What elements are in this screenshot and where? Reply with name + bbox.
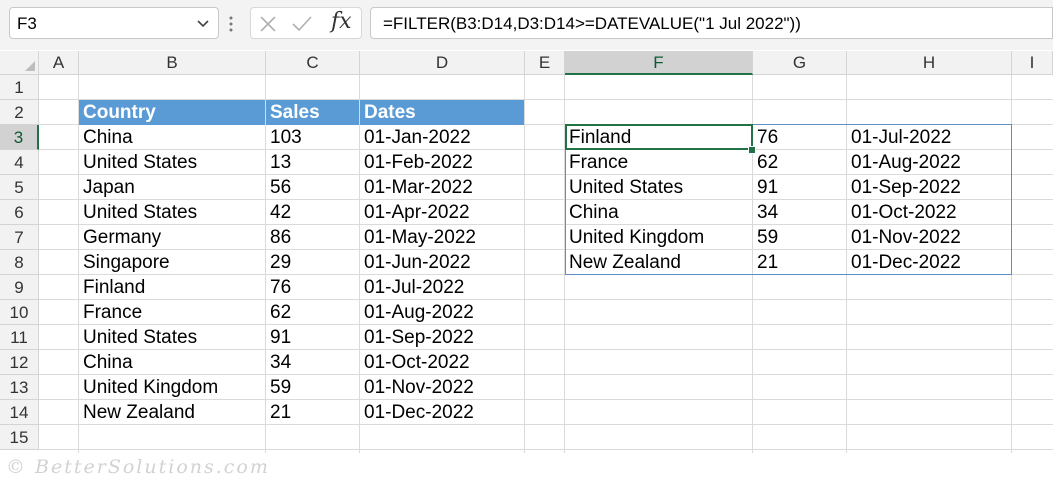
column-header-a[interactable]: A (39, 51, 79, 75)
column-header-f[interactable]: F (565, 51, 753, 75)
table-cell[interactable]: 01-Apr-2022 (360, 200, 524, 225)
table-cell[interactable]: 01-Nov-2022 (360, 375, 524, 400)
select-all-corner[interactable] (0, 51, 39, 75)
row-header-3[interactable]: 3 (0, 125, 39, 150)
row-header-7[interactable]: 7 (0, 225, 39, 250)
table-cell[interactable]: Singapore (79, 250, 265, 275)
grid-line (39, 449, 1053, 450)
table-cell[interactable]: France (79, 300, 265, 325)
table-cell[interactable]: United States (79, 150, 265, 175)
table-cell[interactable]: 91 (266, 325, 359, 350)
table-cell[interactable]: 86 (266, 225, 359, 250)
row-header-12[interactable]: 12 (0, 350, 39, 375)
table-cell[interactable]: 42 (266, 200, 359, 225)
table-cell[interactable]: Japan (79, 175, 265, 200)
watermark: © BetterSolutions.com (6, 456, 270, 478)
table-cell[interactable]: United States (79, 325, 265, 350)
row-header-4[interactable]: 4 (0, 150, 39, 175)
column-header-i[interactable]: I (1012, 51, 1053, 75)
table-header-cell[interactable]: Dates (360, 100, 524, 125)
table-cell[interactable]: 13 (266, 150, 359, 175)
row-header-11[interactable]: 11 (0, 325, 39, 350)
fill-handle[interactable] (748, 146, 756, 154)
column-header-g[interactable]: G (753, 51, 847, 75)
enter-check-icon[interactable] (291, 15, 313, 38)
formula-bar: F3 fx =FILTER(B3:D14,D3:D14>=DATEVALUE("… (0, 0, 1053, 50)
row-header-13[interactable]: 13 (0, 375, 39, 400)
chevron-down-icon[interactable] (196, 16, 210, 35)
table-cell[interactable]: 01-Feb-2022 (360, 150, 524, 175)
table-cell[interactable]: 76 (266, 275, 359, 300)
table-cell[interactable]: United States (79, 200, 265, 225)
row-header-1[interactable]: 1 (0, 75, 39, 100)
table-cell[interactable]: 29 (266, 250, 359, 275)
table-cell[interactable]: 01-May-2022 (360, 225, 524, 250)
table-header-cell[interactable]: Country (79, 100, 265, 125)
table-cell[interactable]: 21 (266, 400, 359, 425)
worksheet-grid[interactable]: A B C D E F G H I 1 2 3 4 5 6 7 8 9 10 11 12 13 14 15 Country Sal… (0, 51, 1053, 453)
table-cell[interactable]: 34 (266, 350, 359, 375)
table-cell[interactable]: 01-Jun-2022 (360, 250, 524, 275)
formula-input[interactable]: =FILTER(B3:D14,D3:D14>=DATEVALUE("1 Jul … (370, 7, 1053, 39)
row-header-8[interactable]: 8 (0, 250, 39, 275)
cancel-x-icon[interactable] (259, 15, 277, 38)
table-cell[interactable]: 01-Oct-2022 (360, 350, 524, 375)
table-header-cell[interactable]: Sales (266, 100, 359, 125)
column-header-e[interactable]: E (525, 51, 565, 75)
row-header-5[interactable]: 5 (0, 175, 39, 200)
table-cell[interactable]: United Kingdom (79, 375, 265, 400)
column-header-b[interactable]: B (79, 51, 266, 75)
column-header-c[interactable]: C (266, 51, 360, 75)
table-cell[interactable]: 56 (266, 175, 359, 200)
name-box-value[interactable]: F3 (17, 14, 37, 34)
row-header-9[interactable]: 9 (0, 275, 39, 300)
formula-action-icons: fx (250, 7, 362, 39)
formula-text[interactable]: =FILTER(B3:D14,D3:D14>=DATEVALUE("1 Jul … (383, 14, 801, 34)
table-cell[interactable]: 59 (266, 375, 359, 400)
table-cell[interactable]: 62 (266, 300, 359, 325)
grid-line (524, 75, 525, 453)
table-cell[interactable]: Finland (79, 275, 265, 300)
row-header-14[interactable]: 14 (0, 400, 39, 425)
row-header-10[interactable]: 10 (0, 300, 39, 325)
row-header-15[interactable]: 15 (0, 425, 39, 450)
table-cell[interactable]: 01-Sep-2022 (360, 325, 524, 350)
table-cell[interactable]: 01-Jul-2022 (360, 275, 524, 300)
table-cell[interactable]: 01-Mar-2022 (360, 175, 524, 200)
table-cell[interactable]: China (79, 350, 265, 375)
table-cell[interactable]: 01-Jan-2022 (360, 125, 524, 150)
more-dots-icon[interactable] (228, 14, 234, 39)
table-cell[interactable]: 01-Aug-2022 (360, 300, 524, 325)
table-cell[interactable]: 01-Dec-2022 (360, 400, 524, 425)
table-cell[interactable]: 103 (266, 125, 359, 150)
row-header-2[interactable]: 2 (0, 100, 39, 125)
column-header-d[interactable]: D (360, 51, 525, 75)
table-cell[interactable]: New Zealand (79, 400, 265, 425)
name-box[interactable]: F3 (9, 7, 219, 39)
column-header-h[interactable]: H (847, 51, 1012, 75)
row-header-6[interactable]: 6 (0, 200, 39, 225)
table-cell[interactable]: Germany (79, 225, 265, 250)
insert-function-icon[interactable]: fx (331, 9, 352, 34)
active-cell-f3[interactable] (565, 124, 753, 150)
table-cell[interactable]: China (79, 125, 265, 150)
